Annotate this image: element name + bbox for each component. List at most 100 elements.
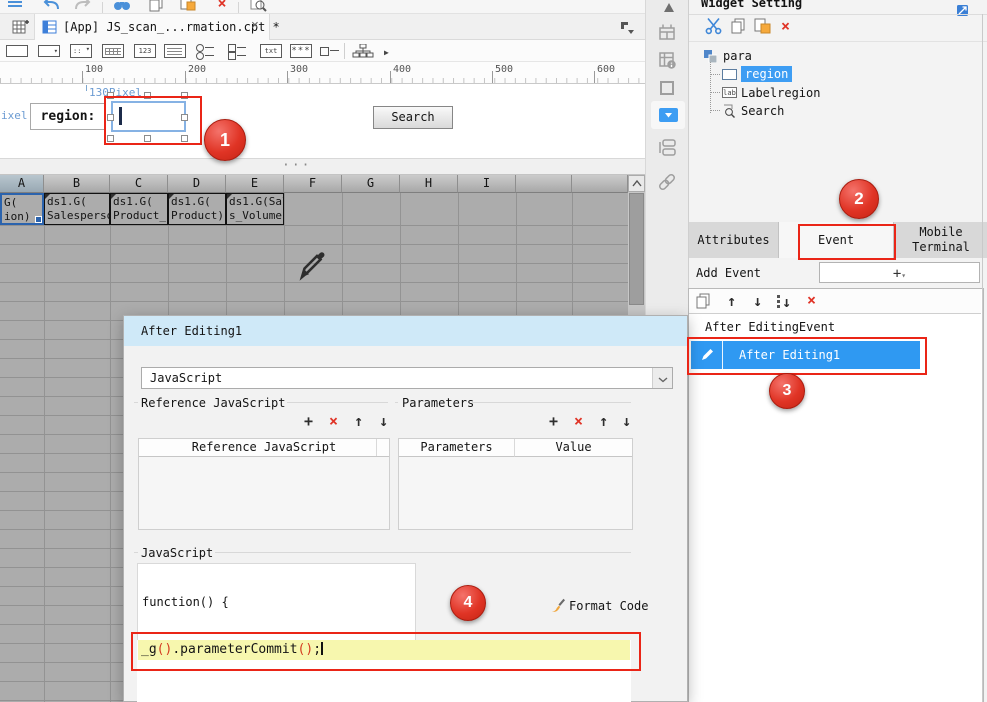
tree-node-region-selected[interactable]: region: [741, 66, 793, 82]
label-widget-icon[interactable]: txt: [260, 44, 282, 58]
tab-close-icon[interactable]: ×: [251, 19, 259, 33]
event-list-header: After EditingEvent: [705, 320, 836, 334]
column-header-g[interactable]: G: [342, 175, 400, 193]
event-language-select[interactable]: JavaScript: [141, 367, 673, 389]
parameters-add-icon[interactable]: +: [549, 413, 558, 429]
delete-widget-icon[interactable]: ×: [781, 18, 790, 34]
column-header-d[interactable]: D: [168, 175, 226, 193]
cell-d1[interactable]: ds1.G(Product): [168, 193, 226, 225]
menu-icon[interactable]: [6, 0, 26, 13]
parameter-pane-icon: [659, 108, 678, 122]
paste-widget-icon[interactable]: [754, 18, 771, 38]
tree-node-labelregion[interactable]: Labelregion: [741, 86, 820, 100]
textfield-widget-icon[interactable]: [6, 45, 28, 57]
cell-b1[interactable]: ds1.G(Salesperson: [44, 193, 110, 225]
cell-c1[interactable]: ds1.G(Product_: [110, 193, 168, 225]
tree-node-para[interactable]: para: [723, 49, 752, 63]
password-widget-icon[interactable]: ***: [290, 44, 312, 58]
column-header-e[interactable]: E: [226, 175, 284, 193]
column-header-f[interactable]: F: [284, 175, 342, 193]
column-header-a[interactable]: A: [0, 175, 44, 193]
copy-widget-icon[interactable]: [730, 18, 746, 38]
dialog-title: After Editing1: [141, 324, 243, 338]
tree-node-search[interactable]: Search: [741, 104, 784, 118]
number-widget-icon[interactable]: 123: [134, 44, 156, 58]
paste-icon[interactable]: [178, 0, 198, 13]
format-code-brush-icon[interactable]: [549, 597, 566, 617]
data-info-pane-icon[interactable]: [657, 50, 677, 70]
toolbar-expand-icon[interactable]: ▶: [384, 46, 389, 60]
column-header-j[interactable]: [516, 175, 572, 193]
undo-icon[interactable]: [42, 0, 62, 13]
reference-up-icon[interactable]: ↑: [354, 413, 363, 429]
horizontal-ruler: 100 200 300 400 500 600: [0, 62, 645, 84]
cell-a1-selected[interactable]: G(ion): [0, 193, 44, 225]
grid-scrollbar-thumb[interactable]: [629, 193, 644, 305]
template-pane-icon[interactable]: [657, 22, 677, 42]
parameters-col-header: Parameters: [399, 439, 514, 457]
parameter-pane-selected[interactable]: [651, 101, 685, 129]
cell-e1[interactable]: ds1.G(Sales_Volume): [226, 193, 284, 225]
dropdown-widget-icon[interactable]: ▾: [38, 45, 60, 57]
main-toolbar: ×: [0, 0, 645, 14]
tree-widget-icon[interactable]: [352, 43, 374, 58]
reference-add-icon[interactable]: +: [304, 413, 313, 429]
format-code-label[interactable]: Format Code: [569, 599, 648, 613]
ruler-label: 500: [495, 64, 514, 75]
region-label-widget[interactable]: region:: [30, 103, 106, 130]
cut-icon[interactable]: [705, 17, 722, 39]
column-header-i[interactable]: I: [458, 175, 516, 193]
ruler-label: 300: [290, 64, 309, 75]
column-header-b[interactable]: B: [44, 175, 110, 193]
delete-icon[interactable]: ×: [212, 0, 232, 13]
parameters-table[interactable]: Parameters Value: [398, 438, 633, 530]
redo-icon[interactable]: [72, 0, 92, 13]
tab-title: [App] JS_scan_...rmation.cpt *: [63, 20, 280, 34]
delete-event-icon[interactable]: ×: [807, 292, 816, 308]
tab-active-report[interactable]: [App] JS_scan_...rmation.cpt * ×: [34, 14, 280, 40]
reference-js-table[interactable]: Reference JavaScript: [138, 438, 390, 530]
add-event-button[interactable]: +▾: [819, 262, 980, 283]
zoom-document-icon[interactable]: [248, 0, 268, 13]
components-pane-icon[interactable]: [657, 138, 677, 158]
tab-mobile-terminal[interactable]: Mobile Terminal: [894, 222, 987, 258]
radio-group-widget-icon[interactable]: [196, 44, 218, 60]
border-pane-icon[interactable]: [657, 78, 677, 98]
column-header-h[interactable]: H: [400, 175, 458, 193]
find-icon[interactable]: [112, 0, 132, 13]
column-header-c[interactable]: C: [110, 175, 168, 193]
checkbox-widget-icon[interactable]: [320, 44, 342, 58]
annotation-box-1: [104, 96, 202, 145]
pane-splitter[interactable]: ···: [0, 158, 645, 175]
textfield-node-icon: [722, 69, 737, 80]
hyperlink-pane-icon[interactable]: [657, 172, 677, 192]
move-down-icon[interactable]: ↓: [753, 293, 762, 309]
search-button-widget[interactable]: Search: [373, 106, 453, 129]
parameters-up-icon[interactable]: ↑: [599, 413, 608, 429]
move-up-icon[interactable]: ↑: [727, 293, 736, 309]
event-list-toolbar: ↑ ↓ ↓ ×: [689, 289, 981, 314]
reference-down-icon[interactable]: ↓: [379, 413, 388, 429]
calendar-widget-icon[interactable]: [102, 44, 124, 58]
tab-overflow-icon[interactable]: [620, 20, 636, 39]
js-editor-header-area[interactable]: function() {: [137, 563, 416, 643]
copy-icon[interactable]: [146, 0, 166, 13]
new-report-icon[interactable]: [12, 19, 29, 39]
report-designer-window: × [App] JS_scan_...rmation.cpt * × ▾ :: ▾…: [0, 0, 987, 702]
scroll-up-button[interactable]: [628, 175, 645, 192]
dialog-title-bar[interactable]: After Editing1: [124, 316, 687, 346]
pointer-tool-icon[interactable]: [663, 0, 675, 16]
tab-attributes[interactable]: Attributes: [689, 222, 779, 258]
checkbox-group-widget-icon[interactable]: [228, 44, 250, 60]
column-header-k[interactable]: [572, 175, 628, 193]
parameters-down-icon[interactable]: ↓: [622, 413, 631, 429]
panel-pin-icon[interactable]: [957, 1, 968, 20]
reference-delete-icon[interactable]: ×: [329, 413, 338, 429]
copy-event-icon[interactable]: [695, 293, 711, 313]
js-group-label: JavaScript: [141, 546, 214, 560]
cell-fill-handle[interactable]: [35, 216, 42, 223]
textarea-widget-icon[interactable]: [164, 44, 186, 58]
combocheck-widget-icon[interactable]: :: ▾: [70, 44, 92, 58]
parameters-group-label: Parameters: [402, 396, 475, 410]
parameters-delete-icon[interactable]: ×: [574, 413, 583, 429]
